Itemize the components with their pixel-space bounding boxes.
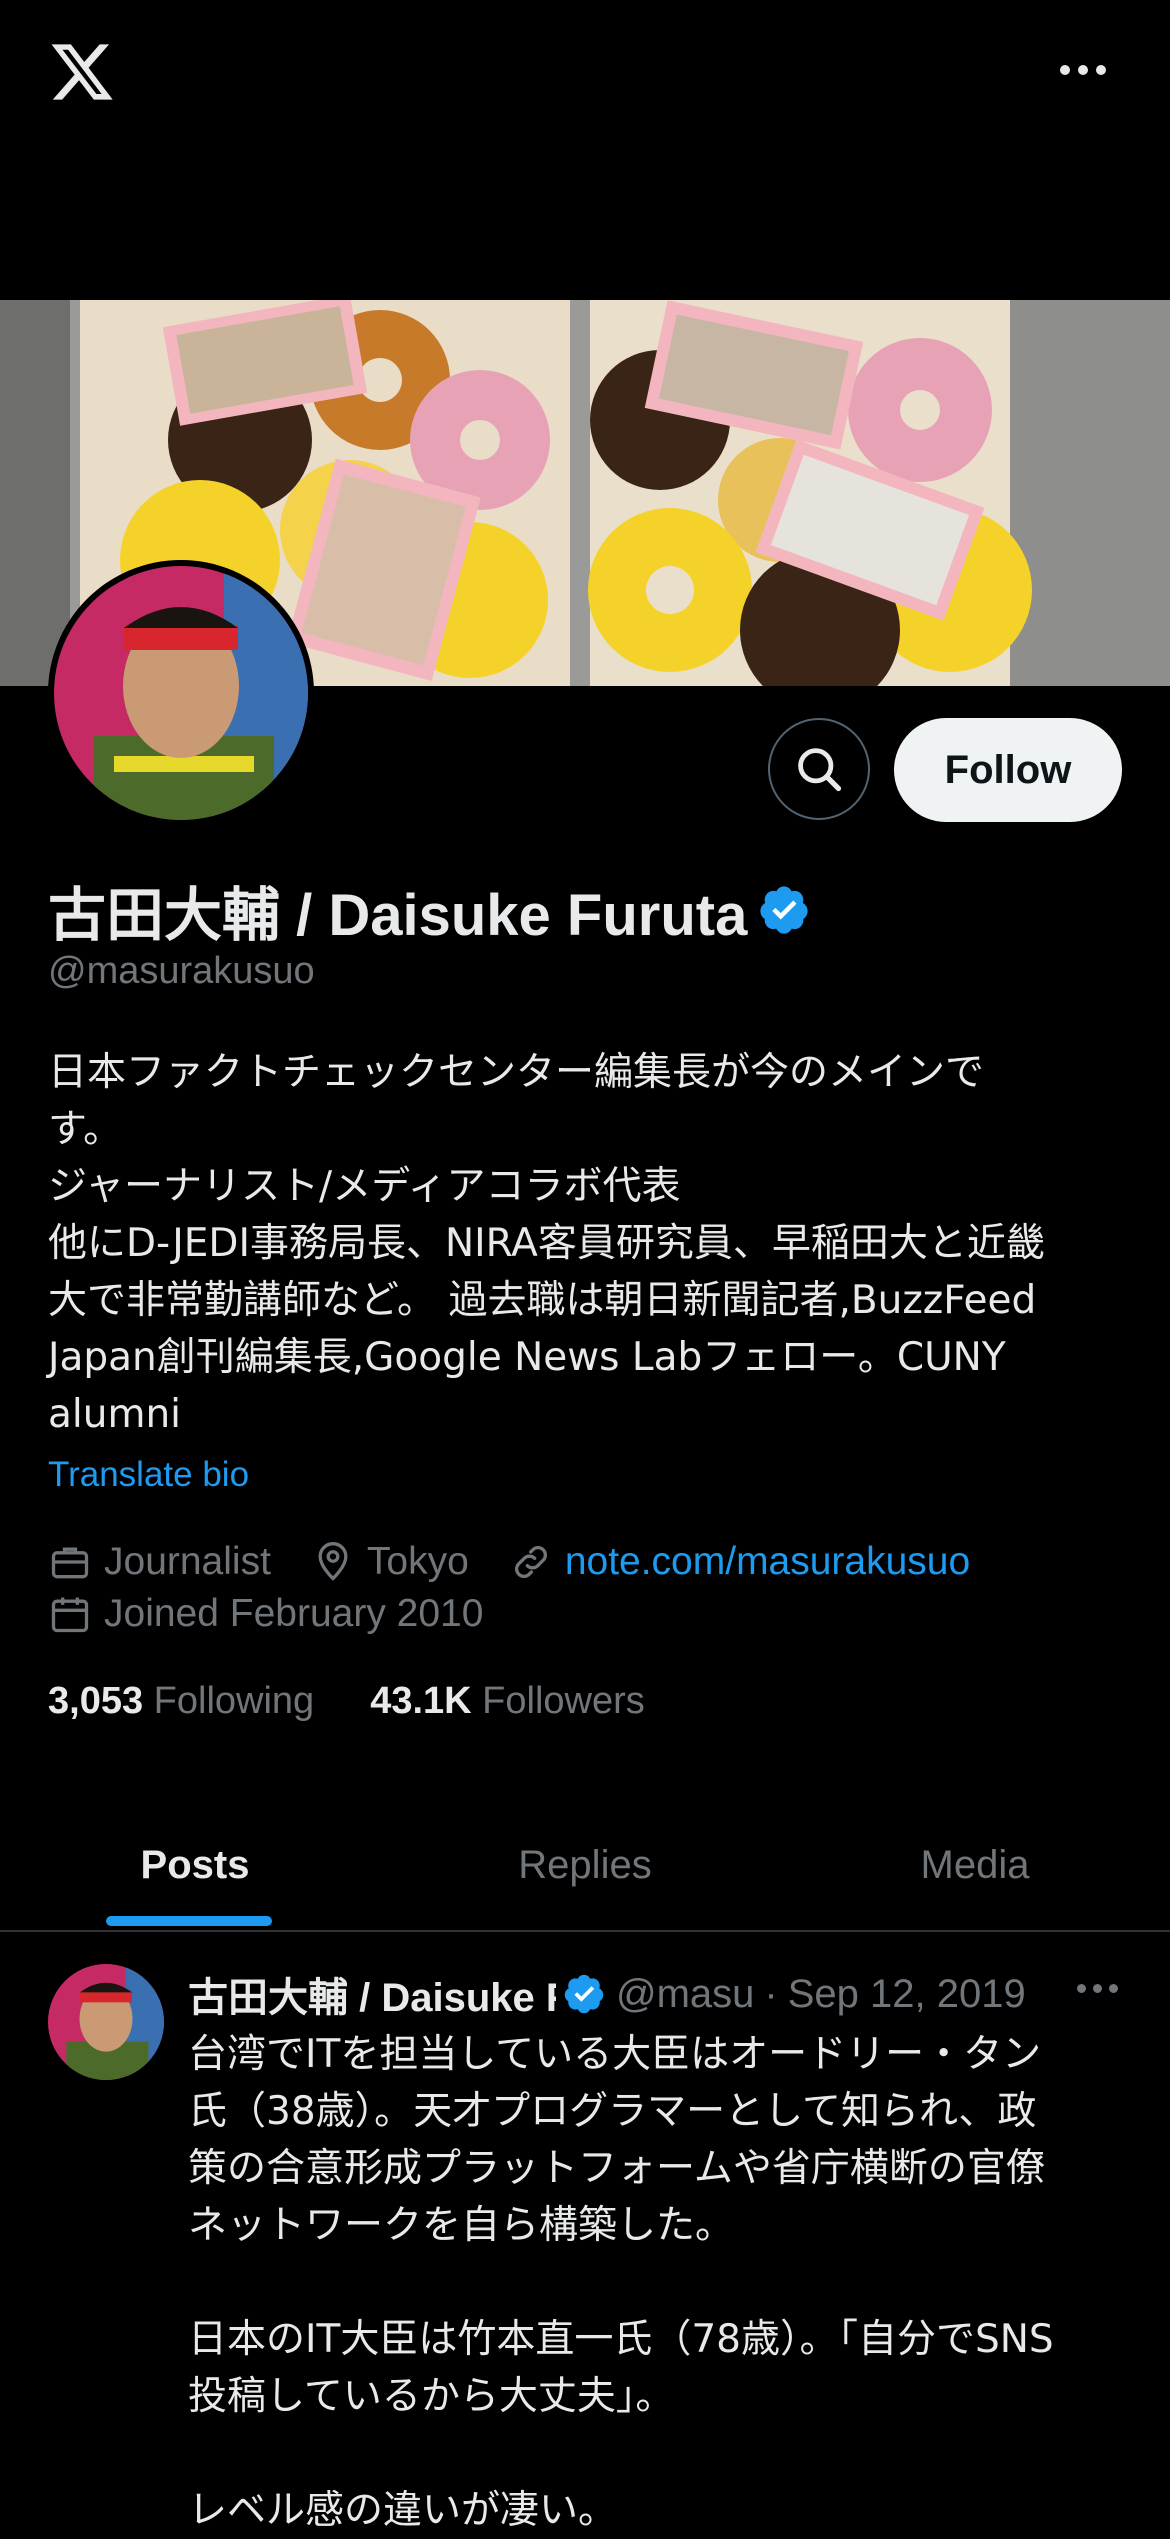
joined-text: Joined February 2010	[104, 1592, 484, 1635]
post-author-avatar[interactable]	[48, 1964, 164, 2080]
post-author-name[interactable]: 古田大輔 / Daisuke Furuta	[188, 1965, 556, 2023]
calendar-icon	[51, 1597, 89, 1633]
location-text: Tokyo	[366, 1540, 469, 1583]
follow-counts: 3,053 Following 43.1K Followers	[48, 1680, 645, 1723]
tab-media[interactable]: Media	[780, 1800, 1170, 1930]
website-link[interactable]: note.com/masurakusuo	[565, 1540, 970, 1584]
avatar-image	[54, 566, 308, 820]
followers-stat[interactable]: 43.1K Followers	[370, 1680, 645, 1723]
followers-count: 43.1K	[370, 1680, 472, 1722]
profile-name-row: 古田大輔 / Daisuke Furuta	[48, 868, 811, 952]
post-separator: ·	[764, 1971, 778, 2016]
website-item[interactable]: note.com/masurakusuo	[509, 1540, 970, 1584]
translate-bio-link[interactable]: Translate bio	[48, 1455, 249, 1495]
following-stat[interactable]: 3,053 Following	[48, 1680, 314, 1723]
search-profile-button[interactable]	[768, 718, 870, 820]
following-label: Following	[153, 1680, 315, 1722]
profile-avatar[interactable]	[48, 560, 314, 826]
profile-handle: @masurakusuo	[48, 950, 315, 992]
profession-item: Journalist	[48, 1540, 271, 1584]
link-icon	[514, 1546, 547, 1578]
post-date[interactable]: Sep 12, 2019	[788, 1972, 1026, 2017]
top-bar	[0, 0, 1170, 300]
verified-badge-icon[interactable]	[757, 883, 811, 937]
post-handle[interactable]: @masu	[616, 1972, 754, 2017]
location-pin-icon	[318, 1542, 348, 1581]
post-text: 台湾でITを担当している大臣はオードリー・タン 氏（38歳）。天才プログラマーと…	[188, 2032, 1054, 2533]
profession-text: Journalist	[104, 1540, 271, 1583]
location-item: Tokyo	[311, 1540, 469, 1584]
joined-row: Joined February 2010	[48, 1592, 483, 1636]
profile-tabs: Posts Replies Media	[0, 1800, 1170, 1932]
active-tab-indicator	[106, 1916, 272, 1926]
profile-meta-row: Journalist Tokyo note.com/masurakusuo	[48, 1540, 1010, 1584]
tab-posts[interactable]: Posts	[0, 1800, 390, 1930]
post-more-icon[interactable]	[1077, 1984, 1118, 1993]
profile-bio: 日本ファクトチェックセンター編集長が今のメインで す。 ジャーナリスト/メディア…	[48, 1050, 1045, 1437]
verified-badge-icon[interactable]	[562, 1972, 606, 2016]
post-avatar-image	[48, 1964, 164, 2080]
follow-button[interactable]: Follow	[894, 718, 1122, 822]
x-logo-icon[interactable]	[48, 38, 116, 106]
following-count: 3,053	[48, 1680, 144, 1722]
search-icon	[798, 748, 842, 792]
post-header: 古田大輔 / Daisuke Furuta @masu · Sep 12, 20…	[188, 1966, 1128, 2022]
more-options-icon[interactable]	[1048, 48, 1118, 92]
briefcase-icon	[51, 1547, 89, 1579]
followers-label: Followers	[482, 1680, 645, 1722]
tab-replies[interactable]: Replies	[390, 1800, 780, 1930]
profile-name: 古田大輔 / Daisuke Furuta	[48, 883, 748, 948]
